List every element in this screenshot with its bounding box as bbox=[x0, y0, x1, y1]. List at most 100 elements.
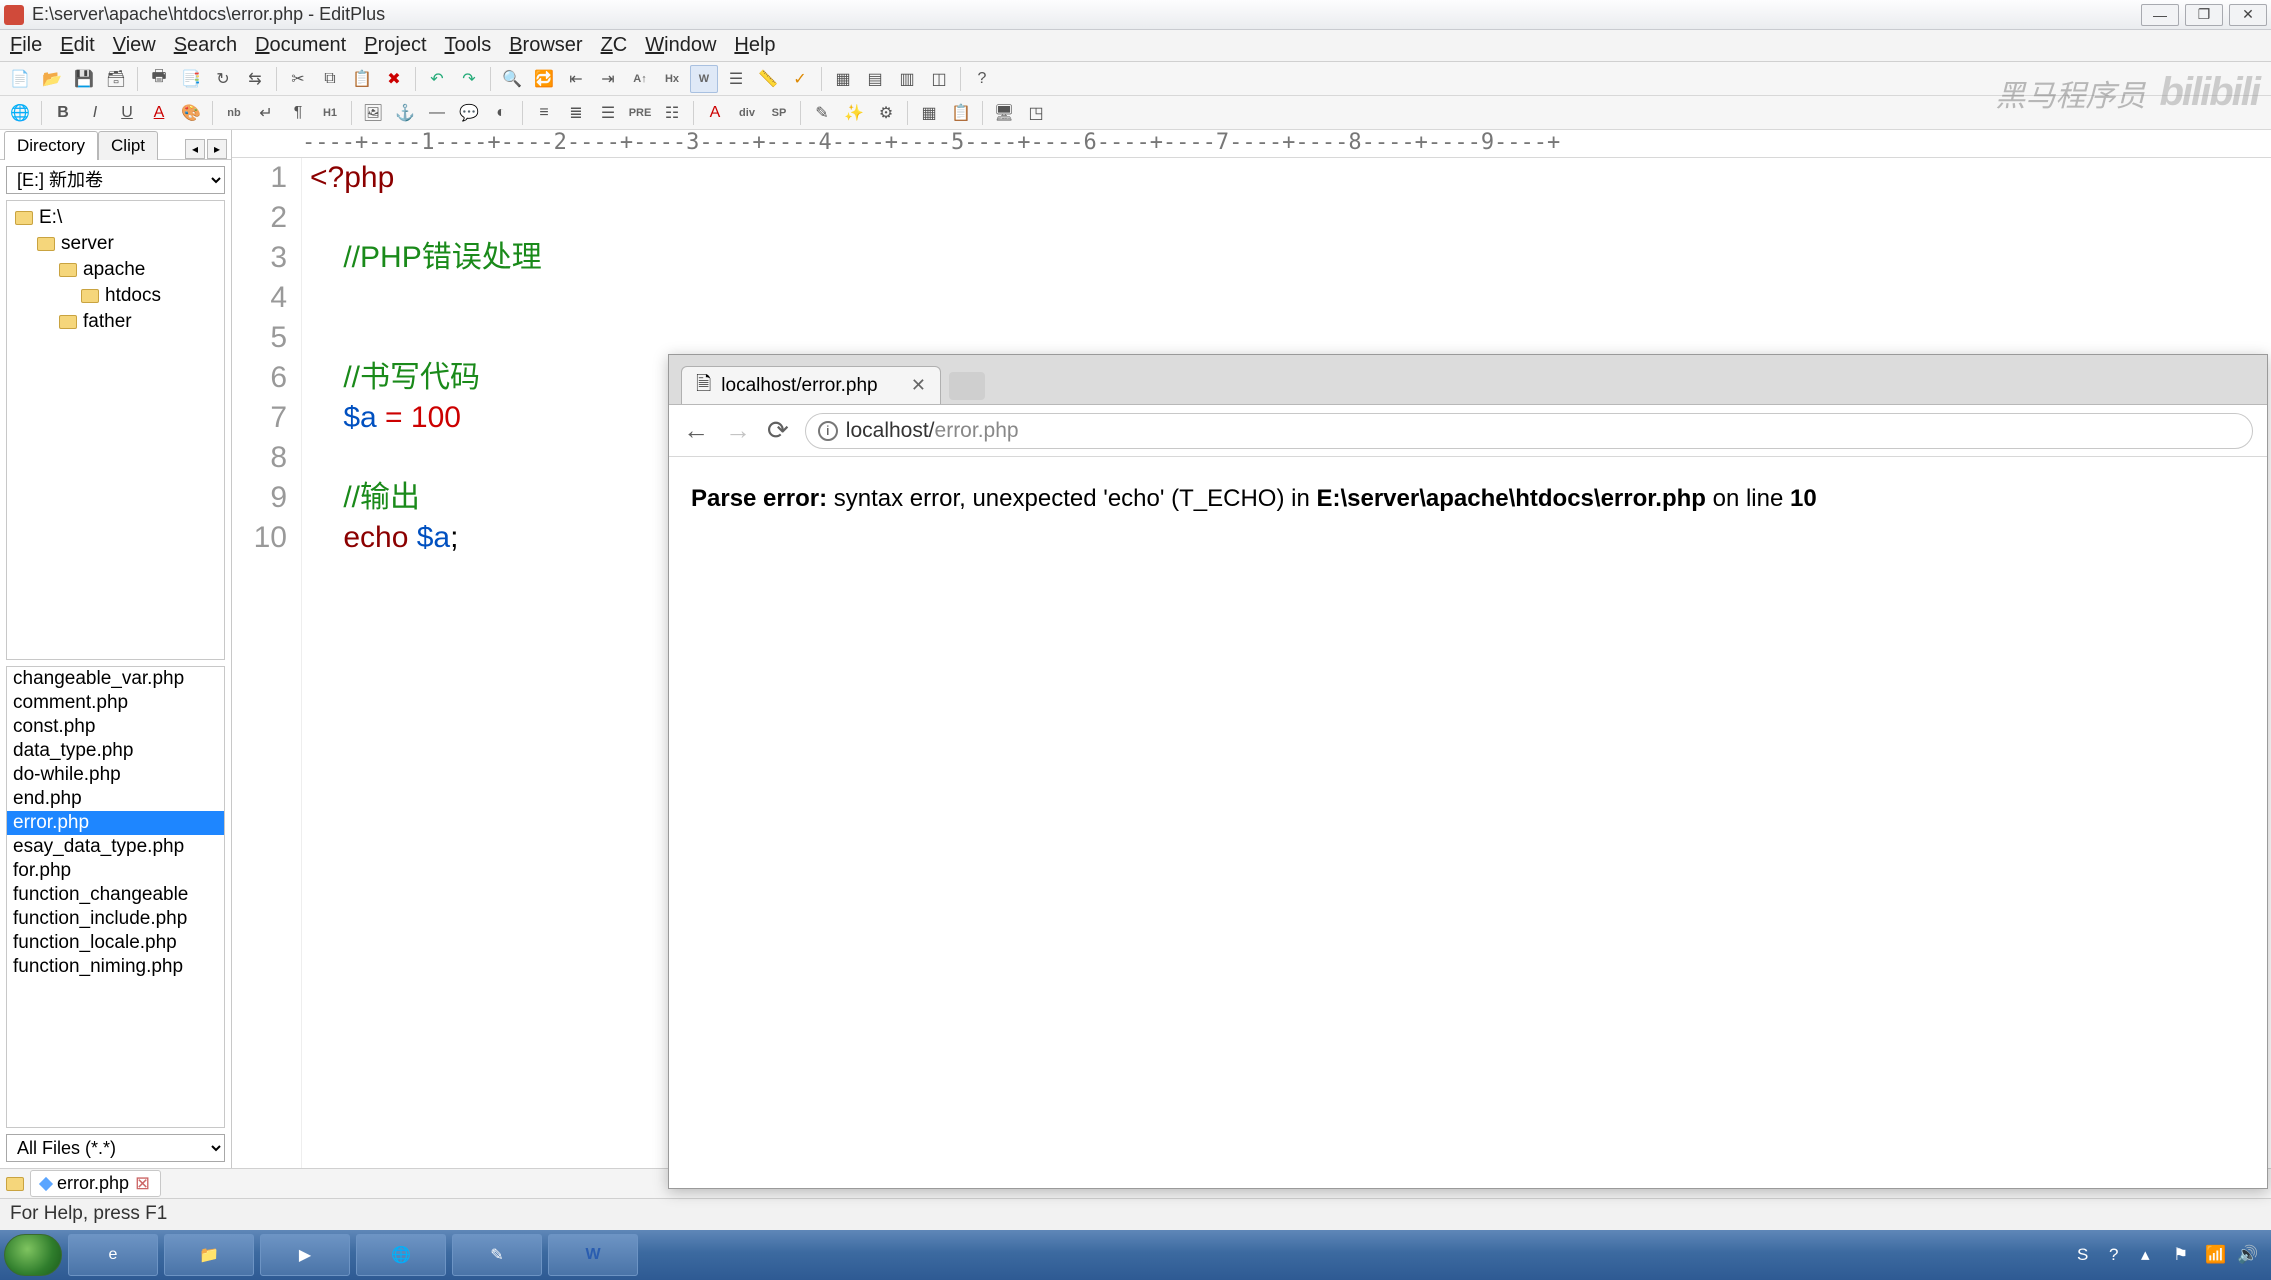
tree-item[interactable]: apache bbox=[9, 257, 222, 283]
file-item[interactable]: do-while.php bbox=[7, 763, 224, 787]
maximize-button[interactable]: ❐ bbox=[2185, 4, 2223, 26]
bold-icon[interactable]: B bbox=[49, 99, 77, 127]
redo-icon[interactable]: ↷ bbox=[455, 65, 483, 93]
tray-arrow-icon[interactable]: ▴ bbox=[2141, 1245, 2161, 1265]
tab-close-icon[interactable]: ✕ bbox=[911, 375, 926, 396]
tray-network-icon[interactable]: 📶 bbox=[2205, 1245, 2225, 1265]
taskbar-word[interactable]: W bbox=[548, 1234, 638, 1276]
menu-search[interactable]: Search bbox=[174, 34, 237, 57]
font-color-icon[interactable]: A bbox=[145, 99, 173, 127]
edit-tag-icon[interactable]: ✎ bbox=[808, 99, 836, 127]
doc-tab-error-php[interactable]: error.php ⊠ bbox=[30, 1170, 161, 1197]
char-icon[interactable]: ◐ bbox=[487, 99, 515, 127]
menu-view[interactable]: View bbox=[113, 34, 156, 57]
save-icon[interactable]: 💾 bbox=[70, 65, 98, 93]
gear-icon[interactable]: ⚙ bbox=[872, 99, 900, 127]
file-item[interactable]: function_niming.php bbox=[7, 955, 224, 979]
open-file-icon[interactable]: 📂 bbox=[38, 65, 66, 93]
delete-icon[interactable]: ✖ bbox=[380, 65, 408, 93]
back-button[interactable]: ← bbox=[683, 415, 709, 446]
taskbar-explorer[interactable]: 📁 bbox=[164, 1234, 254, 1276]
tree-item[interactable]: E:\ bbox=[9, 205, 222, 231]
menu-file[interactable]: File bbox=[10, 34, 42, 57]
menu-browser[interactable]: Browser bbox=[509, 34, 582, 57]
copy-icon[interactable]: ⧉ bbox=[316, 65, 344, 93]
tab-cliptext[interactable]: Clipt bbox=[98, 131, 158, 160]
file-item[interactable]: function_include.php bbox=[7, 907, 224, 931]
cut-icon[interactable]: ✂ bbox=[284, 65, 312, 93]
tree-item[interactable]: server bbox=[9, 231, 222, 257]
magic-icon[interactable]: ✨ bbox=[840, 99, 868, 127]
taskbar-media[interactable]: ▶ bbox=[260, 1234, 350, 1276]
new-file-icon[interactable]: 📄 bbox=[6, 65, 34, 93]
file-item[interactable]: for.php bbox=[7, 859, 224, 883]
sync-icon[interactable]: ⇆ bbox=[241, 65, 269, 93]
heading-icon[interactable]: H1 bbox=[316, 99, 344, 127]
drive-select[interactable]: [E:] 新加卷 bbox=[6, 166, 225, 194]
nbsp-icon[interactable]: nb bbox=[220, 99, 248, 127]
system-tray[interactable]: S ? ▴ ⚑ 📶 🔊 bbox=[2077, 1245, 2267, 1265]
external-icon[interactable]: ◳ bbox=[1022, 99, 1050, 127]
taskbar-editplus[interactable]: ✎ bbox=[452, 1234, 542, 1276]
right-align-icon[interactable]: ☰ bbox=[594, 99, 622, 127]
refresh-icon[interactable]: ↻ bbox=[209, 65, 237, 93]
browser-tab[interactable]: 🗎 localhost/error.php ✕ bbox=[681, 366, 941, 404]
tray-flag-icon[interactable]: ⚑ bbox=[2173, 1245, 2193, 1265]
close-button[interactable]: ✕ bbox=[2229, 4, 2267, 26]
find-icon[interactable]: 🔍 bbox=[498, 65, 526, 93]
taskbar-ie[interactable]: e bbox=[68, 1234, 158, 1276]
undo-icon[interactable]: ↶ bbox=[423, 65, 451, 93]
italic-icon[interactable]: I bbox=[81, 99, 109, 127]
save-all-icon[interactable]: 🗃 bbox=[102, 65, 130, 93]
comment-icon[interactable]: 💬 bbox=[455, 99, 483, 127]
window-4-icon[interactable]: ◫ bbox=[925, 65, 953, 93]
div-tag-icon[interactable]: div bbox=[733, 99, 761, 127]
list-icon[interactable]: ☷ bbox=[658, 99, 686, 127]
font-tag-icon[interactable]: A bbox=[701, 99, 729, 127]
tree-item[interactable]: father bbox=[9, 309, 222, 335]
file-item[interactable]: data_type.php bbox=[7, 739, 224, 763]
site-info-icon[interactable]: i bbox=[818, 421, 838, 441]
image-icon[interactable]: 🖼 bbox=[359, 99, 387, 127]
print-icon[interactable]: 🖶 bbox=[145, 65, 173, 93]
center-align-icon[interactable]: ≣ bbox=[562, 99, 590, 127]
hex-icon[interactable]: Hx bbox=[658, 65, 686, 93]
tray-sogou-icon[interactable]: S bbox=[2077, 1245, 2097, 1265]
forward-button[interactable]: → bbox=[725, 415, 751, 446]
span-tag-icon[interactable]: SP bbox=[765, 99, 793, 127]
reload-button[interactable]: ⟳ bbox=[767, 415, 789, 446]
file-list[interactable]: changeable_var.phpcomment.phpconst.phpda… bbox=[6, 666, 225, 1128]
start-button[interactable] bbox=[4, 1234, 62, 1276]
paragraph-icon[interactable]: ¶ bbox=[284, 99, 312, 127]
file-item[interactable]: const.php bbox=[7, 715, 224, 739]
pre-icon[interactable]: PRE bbox=[626, 99, 654, 127]
indent-right-icon[interactable]: ⇥ bbox=[594, 65, 622, 93]
print-preview-icon[interactable]: 📑 bbox=[177, 65, 205, 93]
file-item[interactable]: end.php bbox=[7, 787, 224, 811]
file-item[interactable]: changeable_var.php bbox=[7, 667, 224, 691]
hr-icon[interactable]: — bbox=[423, 99, 451, 127]
tab-scroll-left-icon[interactable]: ◂ bbox=[185, 139, 205, 159]
browser-icon[interactable]: 🌐 bbox=[6, 99, 34, 127]
tab-scroll-right-icon[interactable]: ▸ bbox=[207, 139, 227, 159]
ruler-icon[interactable]: 📏 bbox=[754, 65, 782, 93]
folder-tree[interactable]: E:\serverapachehtdocsfather bbox=[6, 200, 225, 660]
taskbar-chrome[interactable]: 🌐 bbox=[356, 1234, 446, 1276]
menu-document[interactable]: Document bbox=[255, 34, 346, 57]
color-picker-icon[interactable]: 🎨 bbox=[177, 99, 205, 127]
file-item[interactable]: error.php bbox=[7, 811, 224, 835]
left-align-icon[interactable]: ≡ bbox=[530, 99, 558, 127]
line-number-icon[interactable]: ☰ bbox=[722, 65, 750, 93]
file-item[interactable]: comment.php bbox=[7, 691, 224, 715]
file-item[interactable]: function_locale.php bbox=[7, 931, 224, 955]
menu-project[interactable]: Project bbox=[364, 34, 426, 57]
file-item[interactable]: esay_data_type.php bbox=[7, 835, 224, 859]
window-1-icon[interactable]: ▦ bbox=[829, 65, 857, 93]
preview-browser-icon[interactable]: 🖥 bbox=[990, 99, 1018, 127]
tray-help-icon[interactable]: ? bbox=[2109, 1245, 2129, 1265]
menu-window[interactable]: Window bbox=[645, 34, 716, 57]
spellcheck-icon[interactable]: ✓ bbox=[786, 65, 814, 93]
table-icon[interactable]: ▦ bbox=[915, 99, 943, 127]
font-increase-icon[interactable]: A↑ bbox=[626, 65, 654, 93]
tray-volume-icon[interactable]: 🔊 bbox=[2237, 1245, 2257, 1265]
